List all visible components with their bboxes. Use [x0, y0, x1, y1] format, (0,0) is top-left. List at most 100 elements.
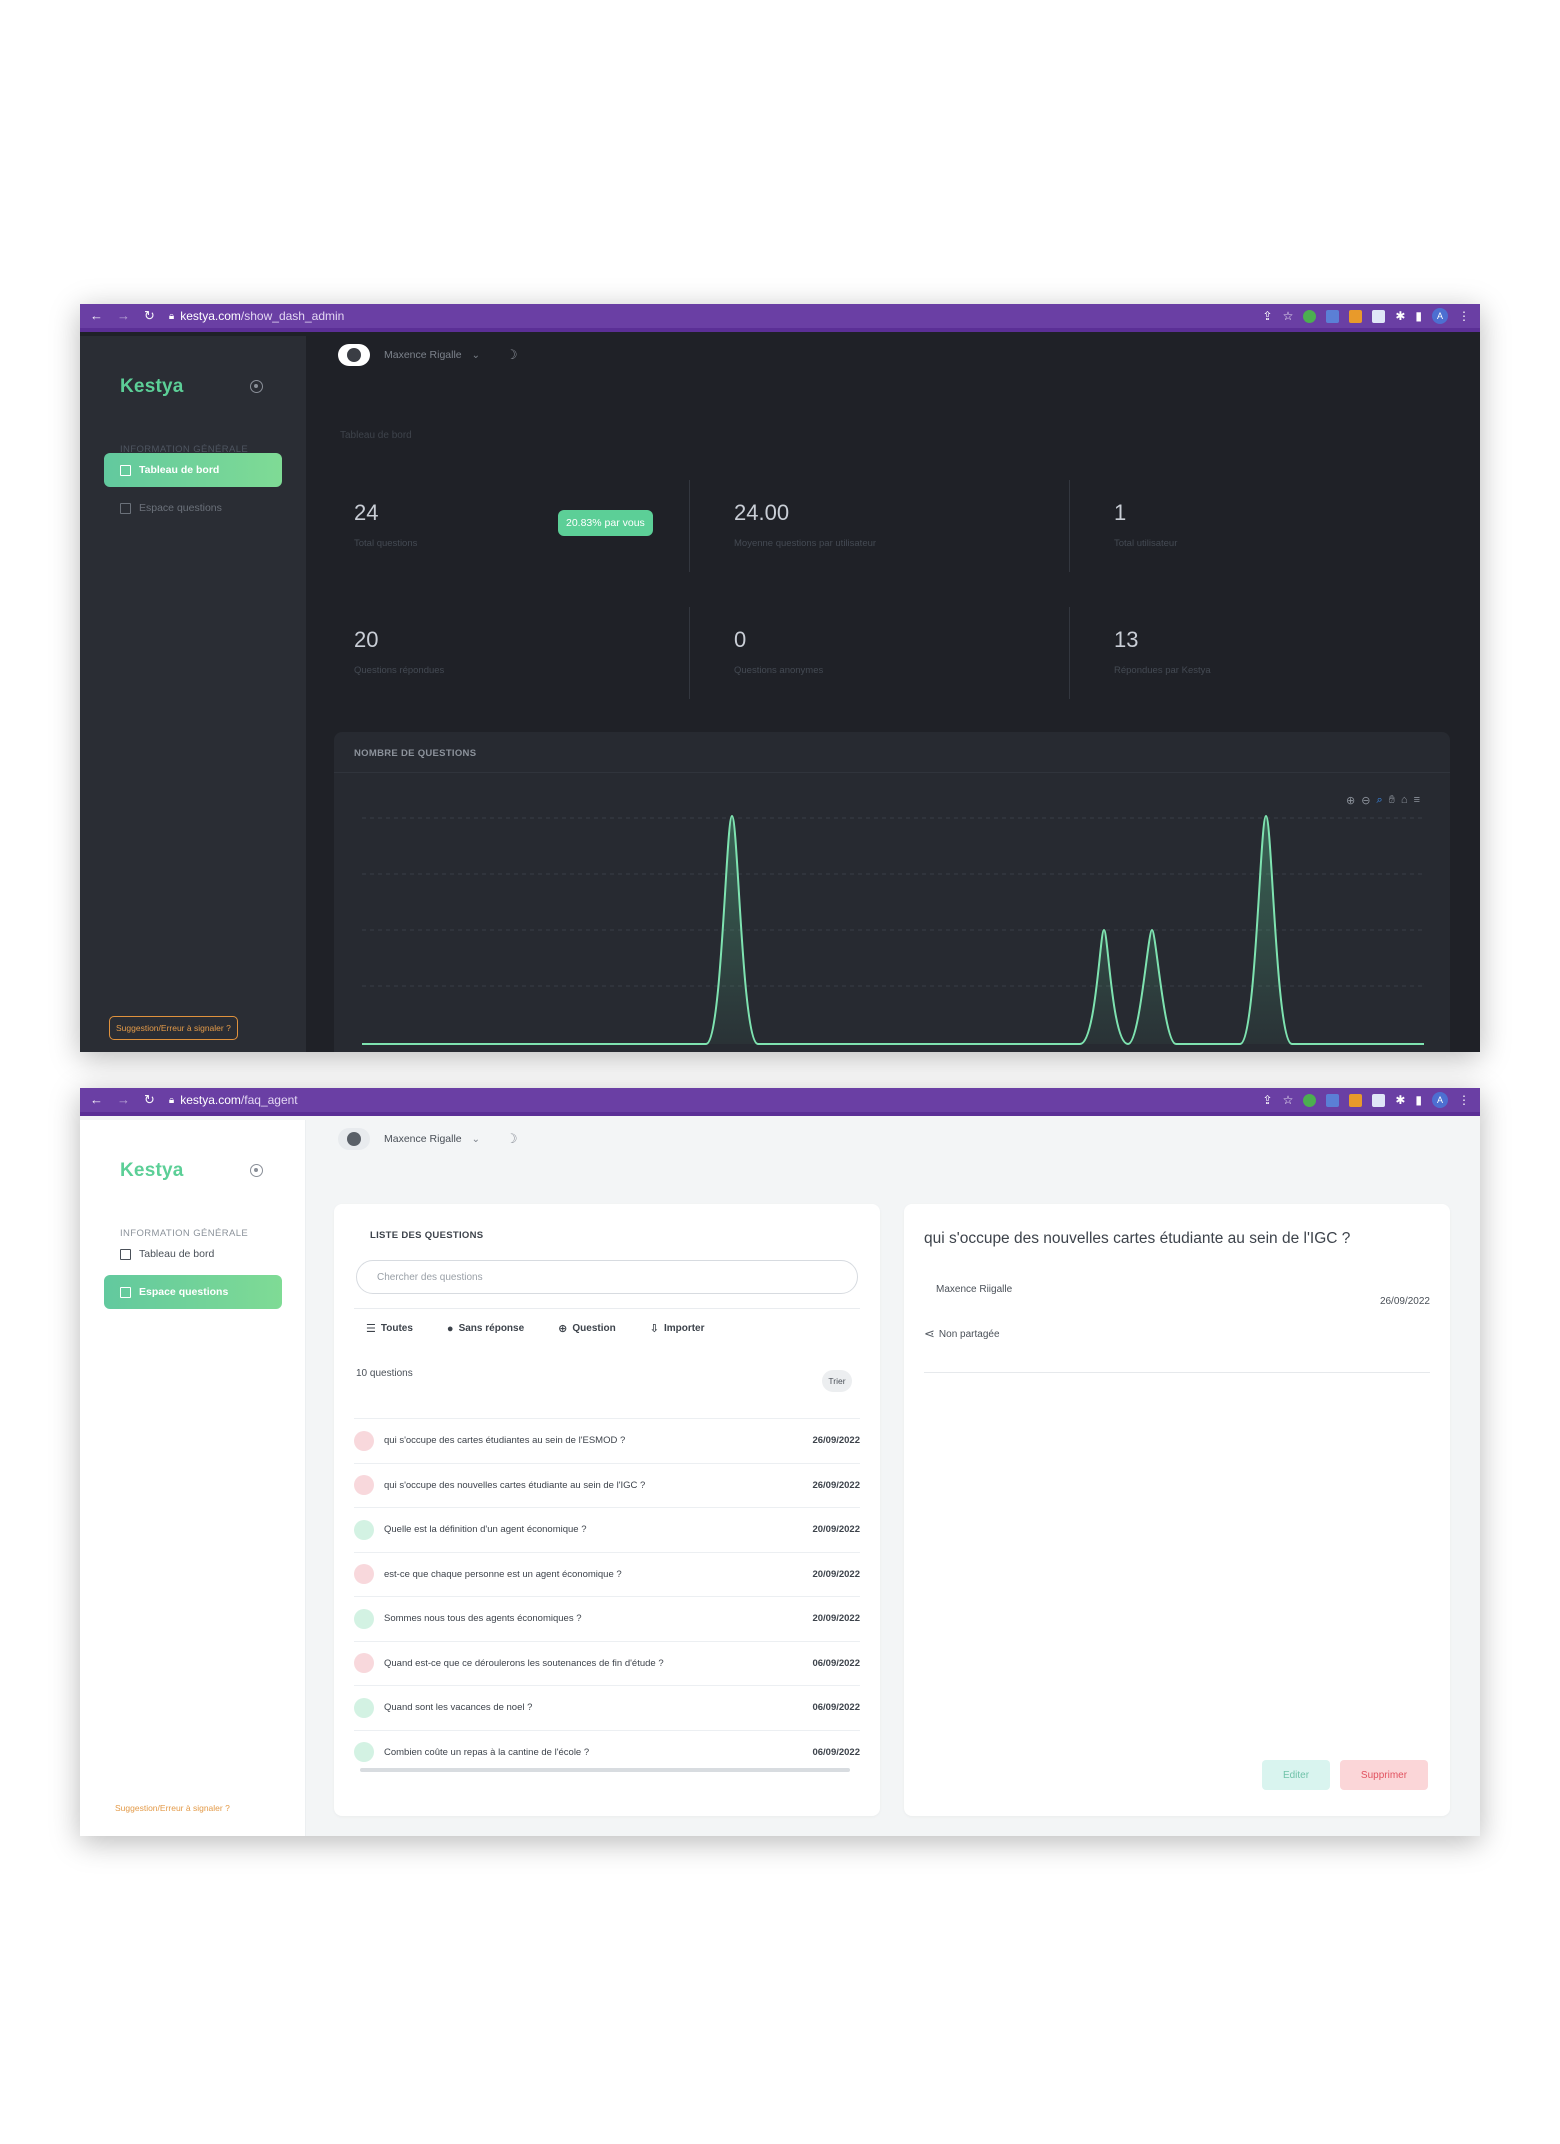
forward-arrow-icon[interactable]: →: [117, 308, 130, 324]
back-arrow-icon[interactable]: ←: [90, 308, 103, 324]
stat-label: Questions répondues: [354, 665, 445, 676]
sidebar-toggle-icon[interactable]: [250, 380, 263, 393]
stat-label: Total utilisateur: [1114, 538, 1178, 549]
question-row[interactable]: Sommes nous tous des agents économiques …: [354, 1596, 860, 1641]
stat-value: 0: [734, 627, 747, 652]
username[interactable]: Maxence Rigalle: [384, 349, 462, 361]
sidebar-toggle-icon[interactable]: [250, 1164, 263, 1177]
question-text: Quand sont les vacances de noel ?: [384, 1702, 533, 1714]
delete-button[interactable]: Supprimer: [1340, 1760, 1428, 1790]
question-date: 06/09/2022: [812, 1746, 860, 1758]
filter-unanswered-button[interactable]: ● Sans réponse: [447, 1322, 524, 1335]
extension-doc-icon[interactable]: [1372, 1093, 1386, 1107]
question-row[interactable]: qui s'occupe des cartes étudiantes au se…: [354, 1418, 860, 1463]
extension-green-icon[interactable]: [1303, 309, 1317, 323]
address-bar[interactable]: kestya.com/faq_agent: [180, 1093, 297, 1107]
sidebar-item-questions[interactable]: Espace questions: [104, 491, 282, 525]
filter-all-button[interactable]: ☰ Toutes: [366, 1322, 413, 1335]
kebab-menu-icon[interactable]: ⋮: [1458, 309, 1470, 323]
puzzle-icon[interactable]: ✱: [1395, 309, 1405, 323]
username[interactable]: Maxence Rigalle: [384, 1133, 462, 1145]
filter-label: Toutes: [380, 1323, 413, 1334]
import-button[interactable]: ⇩ Importer: [650, 1322, 705, 1335]
user-avatar[interactable]: [338, 344, 370, 366]
faq-window: ← → ↻ 🔒︎ kestya.com/faq_agent ⇪ ☆ ✱ ▮ A …: [80, 1088, 1480, 1836]
kebab-menu-icon[interactable]: ⋮: [1458, 1093, 1470, 1107]
sidebar-item-dashboard[interactable]: Tableau de bord: [104, 1237, 282, 1271]
question-date: 20/09/2022: [812, 1613, 860, 1625]
reload-icon[interactable]: ↻: [144, 308, 155, 324]
status-dot-icon: [354, 1475, 374, 1496]
question-text: Sommes nous tous des agents économiques …: [384, 1613, 582, 1625]
divider: [1069, 607, 1070, 699]
extension-orange-icon[interactable]: [1349, 309, 1363, 323]
report-button[interactable]: Suggestion/Erreur à signaler ?: [109, 1016, 238, 1040]
question-author: Maxence Riigalle: [936, 1284, 1013, 1295]
user-avatar[interactable]: [338, 1128, 370, 1150]
sidebar-item-questions[interactable]: Espace questions: [104, 1275, 282, 1309]
question-date: 26/09/2022: [1379, 1296, 1430, 1307]
moon-icon[interactable]: ☽: [506, 347, 518, 363]
question-title: qui s'occupe des nouvelles cartes étudia…: [924, 1230, 1351, 1247]
extension-blue-icon[interactable]: [1326, 1093, 1340, 1107]
question-count: 10 questions: [356, 1368, 413, 1379]
question-row[interactable]: qui s'occupe des nouvelles cartes étudia…: [354, 1462, 860, 1508]
stat-value: 24: [354, 500, 379, 525]
user-icon: [347, 348, 361, 362]
question-row[interactable]: Quand est-ce que ce déroulerons les sout…: [354, 1640, 860, 1686]
sidebar: Kestya INFORMATION GÉNÉRALE Tableau de b…: [80, 1120, 306, 1836]
chevron-down-icon[interactable]: ⌄: [472, 350, 480, 361]
sidepanel-icon[interactable]: ▮: [1415, 309, 1422, 323]
question-text: Combien coûte un repas à la cantine de l…: [384, 1746, 590, 1758]
stat-label: Répondues par Kestya: [1114, 665, 1211, 676]
question-row[interactable]: est-ce que chaque personne est un agent …: [354, 1551, 860, 1597]
star-icon[interactable]: ☆: [1283, 309, 1294, 323]
back-arrow-icon[interactable]: ←: [90, 1092, 103, 1108]
sidebar-item-dashboard[interactable]: Tableau de bord: [104, 453, 282, 487]
list-icon: ☰: [366, 1323, 376, 1335]
status-dot-icon: [354, 1697, 374, 1718]
question-date: 26/09/2022: [812, 1479, 860, 1491]
topbar: Maxence Rigalle ⌄ ☽: [338, 344, 518, 366]
question-text: Quand est-ce que ce déroulerons les sout…: [384, 1657, 664, 1669]
question-row[interactable]: Quelle est la définition d'un agent écon…: [354, 1507, 860, 1552]
chevron-down-icon[interactable]: ⌄: [472, 1134, 480, 1145]
extension-doc-icon[interactable]: [1372, 309, 1386, 323]
extension-green-icon[interactable]: [1303, 1093, 1317, 1107]
extension-blue-icon[interactable]: [1326, 309, 1340, 323]
stat-label: Questions anonymes: [734, 665, 824, 676]
stat-answered-questions: 20 Questions répondues: [354, 627, 714, 717]
import-icon: ⇩: [649, 1323, 659, 1335]
extension-orange-icon[interactable]: [1349, 1093, 1363, 1107]
logo: Kestya: [120, 1160, 184, 1181]
breadcrumb: Tableau de bord: [340, 430, 412, 441]
sort-button[interactable]: Trier: [822, 1370, 852, 1392]
reload-icon[interactable]: ↻: [144, 1092, 155, 1108]
star-icon[interactable]: ☆: [1283, 1093, 1294, 1107]
lock-icon: 🔒︎: [168, 310, 175, 322]
browser-extensions: ⇪ ☆ ✱ ▮ A ⋮: [1263, 1092, 1470, 1108]
share-status[interactable]: ⋖ Non partagée: [924, 1326, 1000, 1342]
questions-icon: [120, 1286, 131, 1298]
horizontal-scrollbar[interactable]: [360, 1768, 850, 1772]
question-list: qui s'occupe des cartes étudiantes au se…: [354, 1418, 860, 1774]
add-question-button[interactable]: ⊕ Question: [558, 1322, 616, 1335]
forward-arrow-icon[interactable]: →: [117, 1092, 130, 1108]
sidebar: Kestya INFORMATION GÉNÉRALE Tableau de b…: [80, 336, 306, 1052]
browser-nav: ← → ↻: [90, 308, 155, 324]
share-icon[interactable]: ⇪: [1263, 1093, 1273, 1107]
stat-answered-by-kestya: 13 Répondues par Kestya: [1114, 627, 1474, 717]
profile-avatar-icon[interactable]: A: [1432, 1092, 1448, 1108]
search-input[interactable]: [356, 1260, 858, 1294]
sidepanel-icon[interactable]: ▮: [1415, 1093, 1422, 1107]
status-dot-icon: [354, 1653, 374, 1674]
puzzle-icon[interactable]: ✱: [1395, 1093, 1405, 1107]
moon-icon[interactable]: ☽: [506, 1131, 518, 1147]
edit-button[interactable]: Editer: [1262, 1760, 1330, 1790]
profile-avatar-icon[interactable]: A: [1432, 308, 1448, 324]
question-row[interactable]: Quand sont les vacances de noel ? 06/09/2…: [354, 1685, 860, 1730]
report-button[interactable]: Suggestion/Erreur à signaler ?: [109, 1796, 236, 1820]
share-icon[interactable]: ⇪: [1263, 309, 1273, 323]
divider: [924, 1372, 1430, 1373]
address-bar[interactable]: kestya.com/show_dash_admin: [180, 309, 344, 323]
